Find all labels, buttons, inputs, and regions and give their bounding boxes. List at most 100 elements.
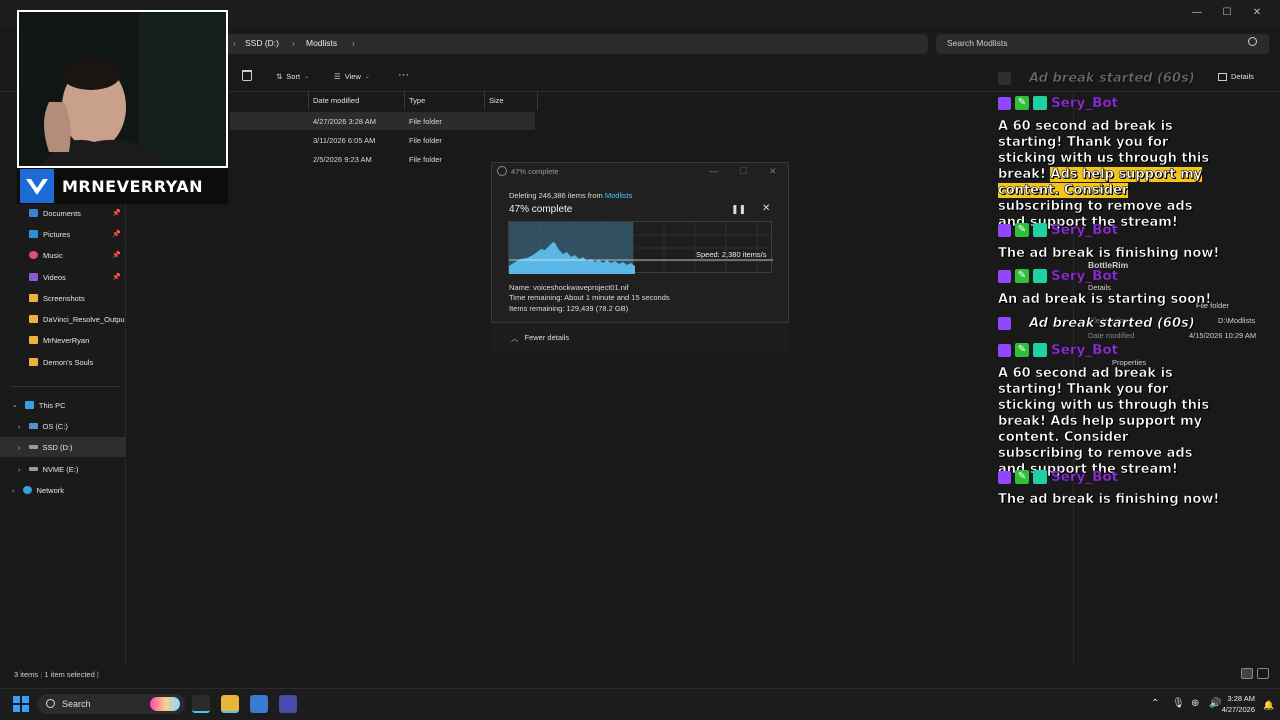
- chat-message-text: A 60 second ad break is starting! Thank …: [998, 119, 1213, 231]
- nav-label: Music: [43, 250, 63, 260]
- nav-label: SSD (D:): [42, 442, 73, 452]
- bot-badge-icon: [1033, 269, 1047, 283]
- videos-icon: [29, 273, 38, 281]
- breadcrumb-folder[interactable]: Modlists: [306, 38, 337, 48]
- chevron-right-icon[interactable]: ›: [18, 443, 21, 452]
- volume-icon[interactable]: 🔊: [1209, 698, 1221, 709]
- close-button[interactable]: ✕: [1249, 6, 1265, 20]
- twitch-icon: [998, 269, 1011, 283]
- nav-item-music[interactable]: Music 📌: [0, 245, 126, 265]
- column-separator[interactable]: [537, 92, 538, 110]
- view-button[interactable]: ☰ View ⌄: [334, 72, 370, 81]
- computer-icon: [24, 401, 34, 409]
- folder-icon: [29, 358, 38, 366]
- chat-overlay: Ad break started (60s) ✎ Sery_Bot A 60 s…: [996, 69, 1242, 509]
- file-row[interactable]: [230, 150, 535, 168]
- search-input[interactable]: Search Modlists: [947, 38, 1007, 48]
- nav-item-videos[interactable]: Videos 📌: [0, 267, 126, 287]
- chevron-right-icon[interactable]: ›: [12, 486, 15, 495]
- chat-header: ✎ Sery_Bot: [998, 268, 1118, 284]
- sort-label: Sort: [286, 72, 301, 81]
- pin-icon[interactable]: 📌: [112, 251, 121, 259]
- store-app-icon[interactable]: [250, 695, 268, 713]
- column-size[interactable]: Size: [489, 96, 504, 105]
- nav-item-screenshots[interactable]: Screenshots: [0, 288, 126, 308]
- column-separator[interactable]: [484, 92, 485, 110]
- breadcrumb-drive[interactable]: SSD (D:): [245, 38, 279, 48]
- chat-username: Sery_Bot: [1051, 342, 1119, 358]
- pin-icon[interactable]: 📌: [112, 273, 121, 281]
- tiles-view-icon[interactable]: [1257, 668, 1269, 679]
- twitch-icon: [998, 317, 1011, 330]
- delete-icon[interactable]: [242, 70, 252, 81]
- file-row[interactable]: [230, 112, 535, 130]
- twitch-icon: [998, 343, 1011, 357]
- nav-item-network[interactable]: › Network: [0, 480, 126, 500]
- pause-button[interactable]: ❚❚: [731, 204, 746, 215]
- windows-start-icon[interactable]: [13, 696, 29, 712]
- nav-item-nvme-e[interactable]: › NVME (E:): [0, 459, 126, 479]
- chevron-right-icon[interactable]: ›: [18, 465, 21, 474]
- deleting-summary: Deleting 246,386 items from Modlists: [509, 191, 632, 200]
- twitch-icon: [998, 96, 1011, 110]
- dialog-minimize-button[interactable]: —: [709, 166, 718, 176]
- wabbajack-app-icon[interactable]: [192, 695, 210, 713]
- minimize-button[interactable]: —: [1189, 6, 1205, 20]
- chat-header: ✎ Sery_Bot: [998, 222, 1118, 238]
- search-highlight-icon: [150, 697, 180, 711]
- nav-label: Pictures: [43, 229, 71, 239]
- column-date-modified[interactable]: Date modified: [313, 96, 359, 105]
- nav-item-demons-souls[interactable]: Demon's Souls: [0, 352, 126, 372]
- dialog-close-button[interactable]: ✕: [769, 166, 777, 177]
- chat-header: ✎ Sery_Bot: [998, 342, 1118, 358]
- fewer-details-button[interactable]: ︿ Fewer details: [511, 333, 569, 344]
- column-type[interactable]: Type: [409, 96, 425, 105]
- progress-clock-icon: [497, 166, 507, 176]
- sort-button[interactable]: ⇅ Sort ⌄: [276, 72, 309, 81]
- file-explorer-app-icon[interactable]: [221, 695, 239, 713]
- more-options-button[interactable]: ···: [398, 69, 409, 81]
- nav-item-pictures[interactable]: Pictures 📌: [0, 224, 126, 244]
- file-date: 2/5/2026 9:23 AM: [313, 155, 372, 164]
- chevron-right-icon: ›: [233, 38, 236, 48]
- webcam-feed: [17, 10, 228, 168]
- notification-bell-icon[interactable]: 🔔: [1263, 700, 1274, 711]
- details-view-icon[interactable]: [1241, 668, 1253, 679]
- chat-username: Sery_Bot: [1051, 469, 1119, 485]
- nav-item-this-pc[interactable]: ⌄ This PC: [0, 395, 126, 415]
- deleting-text: Deleting 246,386 items from: [509, 191, 605, 200]
- multi-app-icon[interactable]: [279, 695, 297, 713]
- chevron-down-icon[interactable]: ⌄: [12, 401, 18, 409]
- nav-item-ssd-d[interactable]: › SSD (D:): [0, 437, 126, 457]
- column-separator[interactable]: [404, 92, 405, 110]
- cancel-operation-button[interactable]: ✕: [762, 203, 770, 214]
- chevron-right-icon[interactable]: ›: [18, 422, 21, 431]
- file-row[interactable]: [230, 131, 535, 149]
- deleting-folder-link[interactable]: Modlists: [605, 191, 633, 200]
- maximize-button[interactable]: ☐: [1219, 6, 1235, 20]
- chat-username: Sery_Bot: [1051, 268, 1119, 284]
- fewer-details-label: Fewer details: [524, 333, 570, 342]
- twitch-icon: [998, 72, 1011, 85]
- graph-svg: [509, 222, 773, 274]
- pin-icon[interactable]: 📌: [112, 230, 121, 238]
- dialog-title: 47% complete: [511, 167, 559, 176]
- dialog-maximize-button: ☐: [739, 166, 748, 176]
- drive-icon: [28, 423, 38, 429]
- search-icon[interactable]: [1248, 37, 1257, 46]
- network-icon[interactable]: ⊕: [1191, 698, 1199, 709]
- drive-icon: [28, 467, 38, 471]
- chevron-up-icon[interactable]: ⌃: [1151, 698, 1159, 709]
- nav-item-mrneverryan[interactable]: MrNeverRyan: [0, 330, 126, 350]
- taskbar-clock[interactable]: 3:28 AM 4/27/2026: [1222, 693, 1255, 715]
- bot-badge-icon: [1033, 96, 1047, 110]
- nav-item-documents[interactable]: Documents 📌: [0, 203, 126, 223]
- chat-message-text: The ad break is finishing now!: [998, 246, 1220, 262]
- nav-item-davinci[interactable]: DaVinci_Resolve_Outpu: [0, 309, 126, 329]
- column-separator[interactable]: [308, 92, 309, 110]
- nav-item-os-c[interactable]: › OS (C:): [0, 416, 126, 436]
- twitch-icon: [998, 470, 1011, 484]
- file-type: File folder: [409, 117, 442, 126]
- pin-icon[interactable]: 📌: [112, 209, 121, 217]
- microphone-icon[interactable]: 🎙: [1172, 698, 1185, 709]
